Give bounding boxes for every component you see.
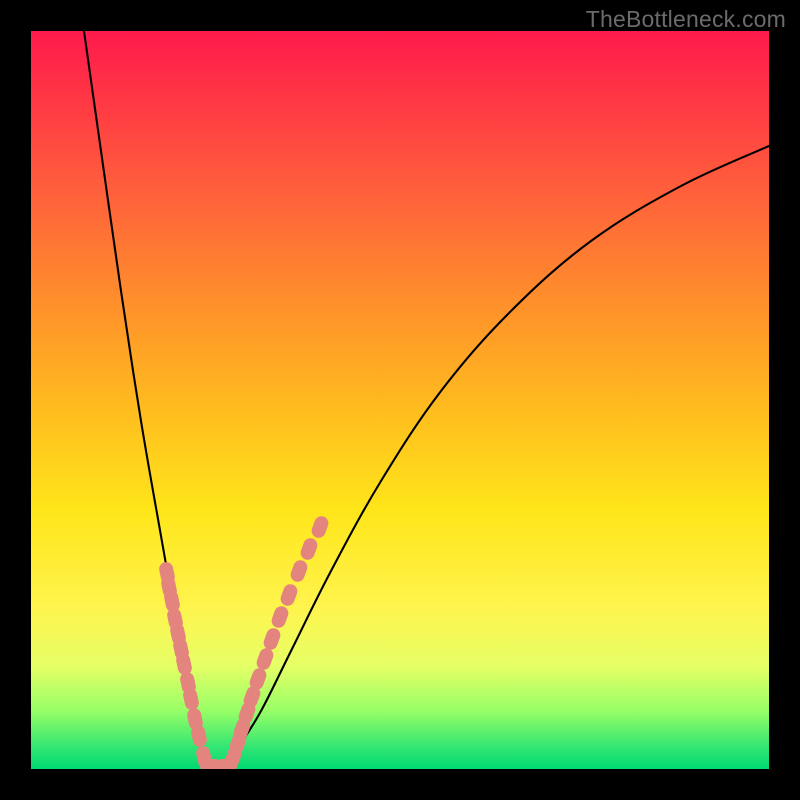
data-marker — [255, 646, 276, 671]
data-marker — [270, 604, 291, 629]
data-marker — [262, 626, 283, 651]
data-marker — [310, 514, 331, 539]
data-marker — [279, 582, 300, 607]
plot-area — [31, 31, 769, 769]
data-markers — [158, 514, 330, 769]
chart-svg — [31, 31, 769, 769]
data-marker — [289, 558, 310, 583]
data-marker — [299, 536, 320, 561]
watermark-text: TheBottleneck.com — [586, 6, 786, 33]
chart-frame: TheBottleneck.com — [0, 0, 800, 800]
